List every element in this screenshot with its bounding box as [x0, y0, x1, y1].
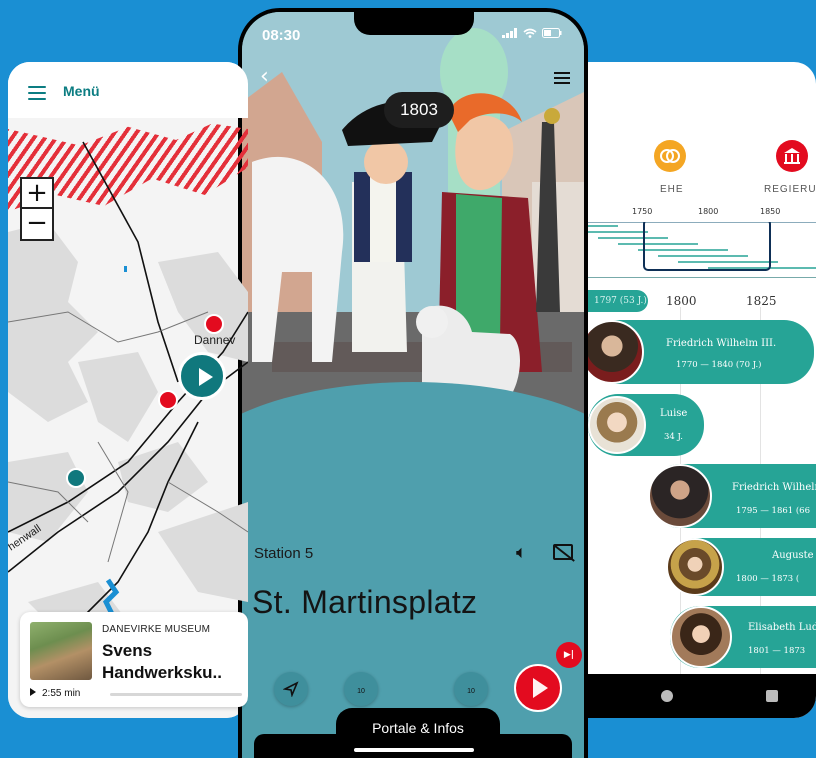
menu-label[interactable]: Menü	[63, 83, 100, 99]
station-pin[interactable]	[204, 314, 224, 334]
recents-button[interactable]	[766, 690, 778, 702]
year-badge: 1803	[384, 92, 454, 128]
place-title: St. Martinsplatz	[252, 584, 478, 620]
speaker-icon[interactable]: 🔈︎	[516, 542, 527, 563]
mini-player-museum: DANEVIRKE MUSEUM	[102, 624, 211, 635]
battery-icon	[542, 28, 562, 38]
status-icons	[502, 28, 562, 38]
zoom-in-button[interactable]: +	[22, 179, 52, 209]
hamburger-menu-icon[interactable]	[28, 86, 46, 100]
timeline-partial-entry[interactable]: 1797 (53 J.)	[588, 290, 648, 312]
person-portrait	[670, 606, 732, 668]
person-entry[interactable]: Luise 34 J.	[588, 394, 704, 456]
axis-year: 1825	[746, 294, 777, 308]
station-pin[interactable]	[66, 468, 86, 488]
rewind-10-button[interactable]: 10	[344, 672, 378, 706]
mini-player-progress[interactable]	[110, 693, 242, 696]
person-name: Elisabeth Lud	[748, 622, 816, 633]
zoom-out-button[interactable]: −	[22, 209, 52, 239]
minimap-year: 1850	[760, 207, 781, 216]
person-dates: 1795 — 1861 (66	[736, 506, 811, 516]
axis-year: 1800	[666, 294, 697, 308]
status-time: 08:30	[262, 27, 301, 44]
zoom-control: + −	[20, 177, 54, 241]
rings-icon[interactable]	[654, 140, 686, 172]
forward-10-label: 10	[467, 688, 475, 695]
map-header: Menü	[8, 62, 248, 118]
person-entry[interactable]: Auguste 1800 — 1873 (	[666, 538, 816, 596]
person-name: Friedrich Wilhelm III.	[666, 338, 777, 349]
person-portrait	[588, 320, 644, 384]
player-screen: 08:30 ‹ 1803 Station 5 🔈︎ St. Martinspla…	[242, 12, 584, 758]
skip-next-icon[interactable]: ▶︎|	[556, 642, 582, 668]
scene-curve	[242, 382, 584, 542]
wifi-icon	[523, 28, 537, 38]
navigate-arrow-button[interactable]	[274, 672, 308, 706]
mini-player-duration[interactable]: 2:55 min	[30, 688, 80, 699]
person-portrait	[648, 464, 712, 528]
person-name: Friedrich Wilhelm	[732, 482, 816, 493]
person-portrait	[588, 396, 646, 454]
subtitles-off-icon[interactable]	[553, 544, 573, 560]
minimap-year: 1800	[698, 207, 719, 216]
person-name: Luise	[660, 408, 688, 419]
person-name: Auguste	[772, 550, 814, 561]
navigation-arrow-icon	[282, 681, 299, 698]
person-dates: 1770 — 1840 (70 J.)	[676, 360, 762, 370]
person-entry[interactable]: Elisabeth Lud 1801 — 1873	[670, 606, 816, 668]
category-label-ehe: EHE	[660, 184, 684, 195]
person-portrait	[666, 538, 724, 596]
person-entry[interactable]: Friedrich Wilhelm III. 1770 — 1840 (70 J…	[588, 320, 814, 384]
map-place-label: Dannev	[194, 333, 236, 347]
android-navbar	[588, 674, 816, 718]
map-screen: Menü + − Dannev henwall DANEVIRKE MUSEUM…	[8, 62, 248, 718]
forward-10-button[interactable]: 10	[454, 672, 488, 706]
player-phone: 08:30 ‹ 1803 Station 5 🔈︎ St. Martinspla…	[238, 8, 588, 758]
person-dates: 34 J.	[664, 432, 683, 442]
mini-player-title: Svens Handwerksku..	[102, 641, 222, 682]
station-label: Station 5	[254, 545, 314, 562]
timeline-screen: EHE REGIERUN 1750 1800 1850 1797 (53 J.)…	[588, 62, 816, 718]
rewind-10-label: 10	[357, 688, 365, 695]
person-dates: 1801 — 1873	[748, 646, 806, 656]
map-play-button[interactable]	[178, 352, 226, 400]
person-entry[interactable]: Friedrich Wilhelm 1795 — 1861 (66	[648, 464, 816, 528]
person-dates: 1800 — 1873 (	[736, 574, 800, 584]
phone-notch	[354, 12, 474, 35]
station-pin[interactable]	[158, 390, 178, 410]
minimap-year: 1750	[632, 207, 653, 216]
mini-player-thumbnail	[30, 622, 92, 680]
government-building-icon[interactable]	[776, 140, 808, 172]
home-button[interactable]	[661, 690, 673, 702]
hamburger-menu-icon[interactable]	[554, 72, 570, 87]
play-button[interactable]	[514, 664, 562, 712]
home-indicator[interactable]	[354, 748, 474, 752]
mini-player[interactable]: DANEVIRKE MUSEUM Svens Handwerksku.. 2:5…	[20, 612, 248, 707]
back-chevron-icon[interactable]: ‹	[260, 64, 269, 89]
timeline-minimap[interactable]	[588, 222, 816, 272]
category-label-regierung: REGIERUN	[764, 184, 816, 195]
signal-icon	[502, 28, 517, 38]
